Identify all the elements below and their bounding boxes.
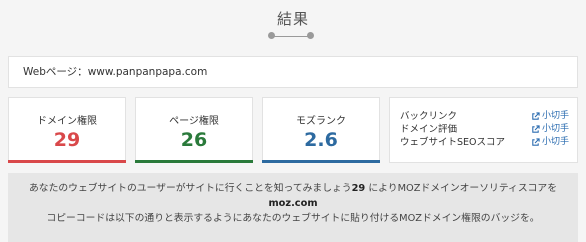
check-link-domain-rating[interactable]: 小切手 bbox=[531, 123, 569, 136]
link-row-backlinks: バックリンク 小切手 bbox=[400, 110, 569, 123]
url-label: Webページ： bbox=[23, 66, 88, 78]
link-row-domain-rating: ドメイン評価 小切手 bbox=[400, 123, 569, 136]
mozrank-bar bbox=[262, 160, 380, 163]
mozrank-card: モズランク 2.6 bbox=[262, 97, 380, 163]
section-slider[interactable] bbox=[268, 32, 314, 40]
link-row-label: バックリンク bbox=[400, 111, 458, 122]
link-row-label: ドメイン評価 bbox=[400, 124, 458, 135]
domain-authority-bar bbox=[8, 160, 126, 163]
note-line-3: コピーコードは以下の通りと表示するようにあなたのウェブサイトに貼り付けるMOZド… bbox=[46, 213, 540, 224]
check-link-backlinks[interactable]: 小切手 bbox=[531, 110, 569, 123]
external-link-icon bbox=[532, 138, 540, 146]
external-link-icon bbox=[532, 125, 540, 133]
link-row-label: ウェブサイトSEOスコア bbox=[400, 137, 506, 148]
mozrank-value: 2.6 bbox=[304, 129, 338, 151]
slider-dot-left[interactable] bbox=[268, 32, 275, 39]
info-note: あなたのウェブサイトのユーザーがサイトに行くことを知ってみましょう29 によりM… bbox=[8, 173, 578, 242]
page-authority-label: ページ権限 bbox=[169, 116, 219, 127]
slider-track bbox=[272, 35, 310, 37]
domain-authority-value: 29 bbox=[53, 129, 81, 151]
note-score: 29 bbox=[351, 183, 366, 194]
mozrank-label: モズランク bbox=[296, 116, 346, 127]
page-title: 結果 bbox=[276, 10, 309, 28]
link-row-seo-score: ウェブサイトSEOスコア 小切手 bbox=[400, 136, 569, 149]
domain-authority-card: ドメイン権限 29 bbox=[8, 97, 126, 163]
slider-dot-right[interactable] bbox=[307, 32, 314, 39]
page-authority-value: 26 bbox=[180, 129, 208, 151]
note-site: moz.com bbox=[268, 198, 318, 209]
note-line-1: あなたのウェブサイトのユーザーがサイトに行くことを知ってみましょう29 によりM… bbox=[28, 183, 558, 194]
domain-authority-label: ドメイン権限 bbox=[37, 116, 97, 127]
page-authority-card: ページ権限 26 bbox=[135, 97, 253, 163]
url-value: www.panpanpapa.com bbox=[87, 66, 208, 78]
url-box: Webページ：www.panpanpapa.com bbox=[8, 56, 578, 88]
check-link-seo-score[interactable]: 小切手 bbox=[531, 136, 569, 149]
links-card: バックリンク 小切手 ドメイン評価 小切手 ウェブサイトSEOスコア 小切手 bbox=[389, 97, 578, 163]
page-authority-bar bbox=[135, 160, 253, 163]
external-link-icon bbox=[532, 112, 540, 120]
